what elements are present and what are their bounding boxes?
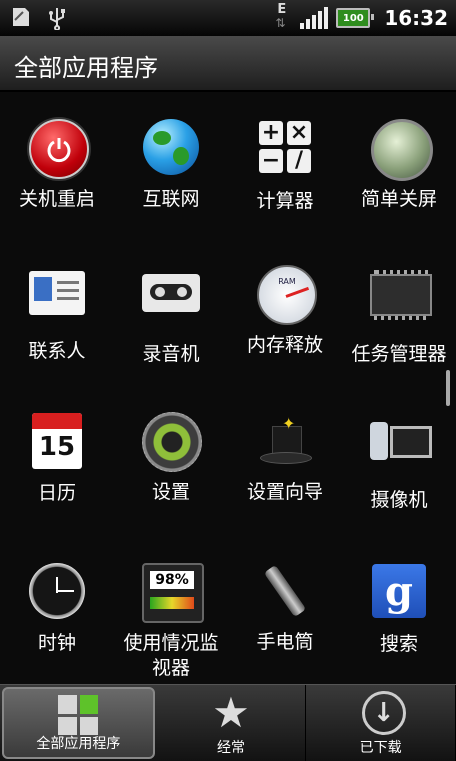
cassette-icon: [142, 274, 200, 312]
gauge-text: RAM: [278, 277, 296, 286]
magic-hat-icon: ✦: [256, 412, 314, 470]
app-calculator[interactable]: + × − / 计算器: [228, 116, 342, 214]
tab-label: 经常: [217, 740, 245, 756]
app-settings[interactable]: 设置: [114, 410, 228, 505]
app-label: 时钟: [37, 632, 76, 654]
app-label: 日历: [37, 482, 76, 504]
app-usage-monitor[interactable]: 98% 使用情况监视器: [114, 560, 228, 681]
app-label: 简单关屏: [360, 188, 437, 210]
contacts-icon: [29, 271, 85, 315]
tab-label: 已下载: [359, 740, 402, 756]
app-label: 互联网: [142, 188, 200, 210]
star-icon: ★: [212, 688, 250, 737]
app-simple-screen-off[interactable]: 简单关屏: [342, 116, 456, 212]
calendar-day: 15: [38, 432, 76, 462]
globe-icon: [143, 119, 199, 175]
app-label: 设置向导: [246, 481, 323, 503]
app-label: 联系人: [28, 340, 86, 362]
app-label: 关机重启: [18, 188, 95, 210]
app-label: 搜索: [379, 633, 418, 655]
data-arrows-icon: ⇅: [275, 16, 285, 30]
app-label: 任务管理器: [351, 343, 447, 365]
app-label: 内存释放: [246, 334, 323, 356]
tab-label: 全部应用程序: [36, 736, 121, 752]
app-power-restart[interactable]: 关机重启: [0, 116, 114, 212]
status-left: [10, 6, 68, 30]
google-search-icon: g: [372, 564, 426, 618]
tab-frequent[interactable]: ★ 经常: [157, 685, 307, 761]
app-setup-wizard[interactable]: ✦ 设置向导: [228, 410, 342, 505]
status-right: E ⇅ 100 16:32: [274, 0, 448, 36]
app-search[interactable]: g 搜索: [342, 560, 456, 657]
usage-monitor-icon: 98%: [142, 563, 204, 623]
calendar-icon: 15: [32, 413, 82, 469]
battery-level: 100: [342, 12, 364, 24]
screen-off-orb-icon: [371, 119, 433, 181]
gear-icon: [142, 412, 202, 472]
status-time: 16:32: [384, 6, 448, 30]
scrollbar[interactable]: [446, 370, 450, 406]
app-label: 手电筒: [256, 631, 314, 653]
all-apps-grid-icon: [58, 695, 99, 735]
status-bar: E ⇅ 100 16:32: [0, 0, 456, 36]
power-icon: [29, 119, 89, 179]
app-memory-release[interactable]: RAM 内存释放: [228, 262, 342, 358]
tab-all-apps[interactable]: 全部应用程序: [2, 687, 155, 759]
app-grid[interactable]: 关机重启 互联网 + × − / 计算器 简单关屏 联系人 录音机 RAM 内存释放 …: [0, 92, 456, 684]
bottom-tab-bar: 全部应用程序 ★ 经常 ↓ 已下载: [0, 684, 456, 761]
network-type-indicator: E ⇅: [274, 2, 292, 34]
usb-icon: [49, 8, 65, 30]
clock-icon: [29, 563, 85, 619]
camcorder-icon: [370, 420, 432, 462]
ram-gauge-icon: RAM: [257, 265, 317, 325]
search-icon-letter: g: [385, 567, 413, 615]
app-flashlight[interactable]: 手电筒: [228, 560, 342, 655]
app-task-manager[interactable]: 任务管理器: [342, 262, 456, 367]
network-type-label: E: [277, 2, 287, 17]
app-label: 摄像机: [370, 489, 428, 511]
battery-icon: 100: [336, 8, 375, 28]
page-title: 全部应用程序: [14, 54, 158, 82]
app-camcorder[interactable]: 摄像机: [342, 410, 456, 513]
download-icon: ↓: [361, 691, 406, 735]
signal-strength-icon: [300, 7, 329, 29]
usage-percent: 98%: [150, 571, 194, 589]
chip-icon: [370, 270, 432, 320]
app-label: 录音机: [142, 343, 200, 365]
app-label: 使用情况监视器: [123, 632, 219, 679]
app-label: 计算器: [256, 190, 314, 212]
sd-card-icon: [13, 8, 29, 26]
app-contacts[interactable]: 联系人: [0, 262, 114, 364]
flashlight-icon: [256, 562, 314, 620]
app-calendar[interactable]: 15 日历: [0, 410, 114, 506]
tab-downloaded[interactable]: ↓ 已下载: [306, 685, 456, 761]
app-label: 设置: [151, 481, 190, 503]
title-bar: 全部应用程序: [0, 36, 456, 92]
app-recorder[interactable]: 录音机: [114, 262, 228, 367]
app-clock[interactable]: 时钟: [0, 560, 114, 656]
calculator-icon: + × − /: [259, 121, 311, 173]
app-internet[interactable]: 互联网: [114, 116, 228, 212]
